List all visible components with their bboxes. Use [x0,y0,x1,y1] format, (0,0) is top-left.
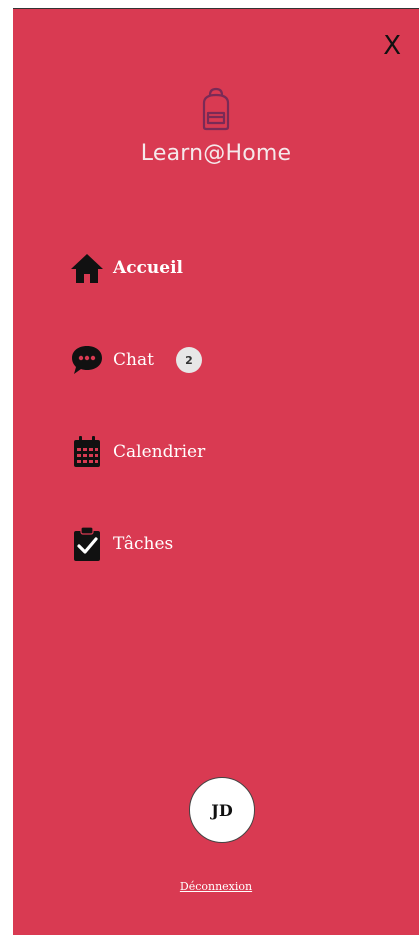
nav-item-calendrier[interactable]: Calendrier [69,431,205,473]
user-avatar[interactable]: JD [189,777,255,843]
nav-item-chat[interactable]: Chat 2 [69,339,205,381]
navigation-drawer: X Learn@Home Accueil Chat 2 Calendrier T… [13,8,419,935]
tasks-clipboard-icon [69,526,105,562]
nav-item-taches[interactable]: Tâches [69,523,205,565]
nav-label-chat: Chat [113,350,154,370]
brand-header: Learn@Home [13,87,419,166]
nav-label-calendrier: Calendrier [113,442,206,462]
chat-icon [69,342,105,378]
close-button[interactable]: X [383,33,401,59]
main-nav: Accueil Chat 2 Calendrier Tâches [69,247,205,615]
nav-label-accueil: Accueil [113,258,183,278]
backpack-icon [202,87,230,131]
unread-count-badge: 2 [175,347,202,373]
logout-container: Déconnexion [13,875,419,894]
nav-item-accueil[interactable]: Accueil [69,247,205,289]
home-icon [69,250,105,286]
calendar-icon [69,434,105,470]
logout-link[interactable]: Déconnexion [180,880,252,893]
app-title: Learn@Home [140,141,292,166]
nav-label-taches: Tâches [113,534,174,554]
